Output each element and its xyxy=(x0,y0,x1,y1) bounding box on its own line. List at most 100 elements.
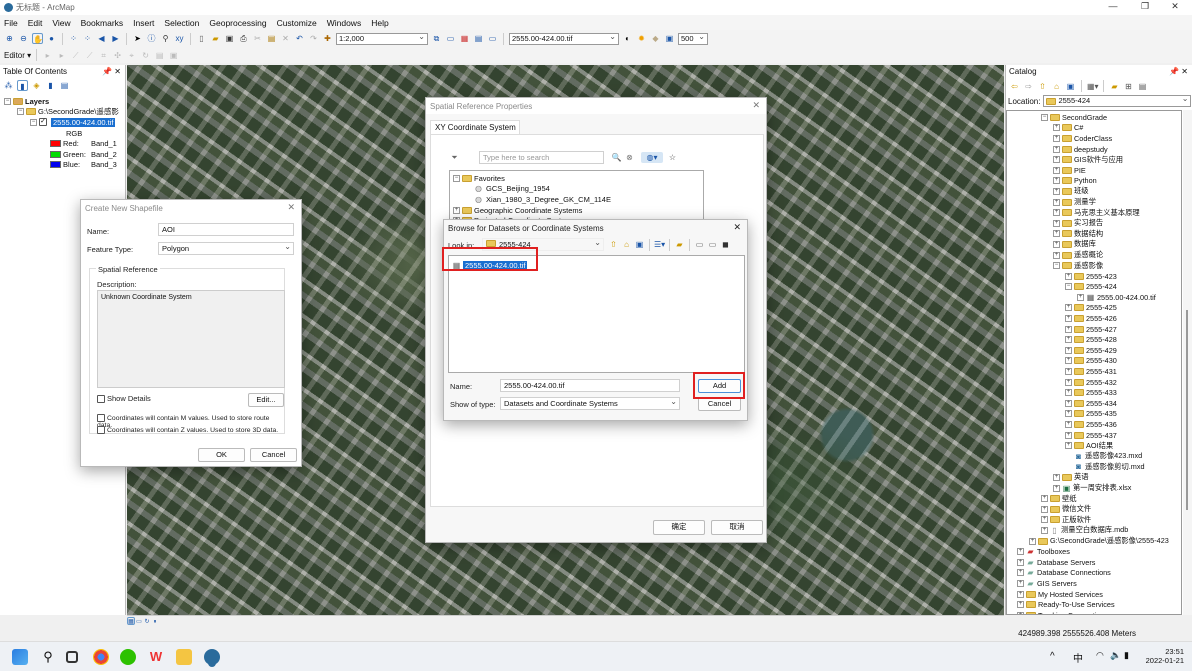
identify-icon[interactable]: ⓘ xyxy=(146,33,157,44)
catalog-item[interactable]: ◙ 遥感影像剪切.mxd xyxy=(1007,462,1181,473)
add-data-icon[interactable]: ✚ xyxy=(322,33,333,44)
pause-icon[interactable]: ⏸ xyxy=(151,618,159,626)
resolution-field[interactable]: 500 xyxy=(678,32,708,45)
expand-icon[interactable]: + xyxy=(1053,134,1060,142)
catalog-item[interactable]: + My Hosted Services xyxy=(1007,589,1181,600)
expand-icon[interactable]: + xyxy=(1053,230,1060,238)
menu-edit[interactable]: Edit xyxy=(28,18,43,28)
expand-icon[interactable]: + xyxy=(1065,421,1072,429)
feature-type-select[interactable]: Polygon xyxy=(158,241,294,255)
new-icon[interactable]: ▯ xyxy=(196,33,207,44)
catalog-item[interactable]: + ▰ Database Servers xyxy=(1007,557,1181,568)
list-by-selection-icon[interactable]: ▮ xyxy=(45,80,56,91)
catalog-item[interactable]: +2555-431 xyxy=(1007,366,1181,377)
catalog-item[interactable]: + PIE xyxy=(1007,165,1181,176)
brightness-icon[interactable]: ✹ xyxy=(636,33,647,44)
catalog-item[interactable]: − SecondGrade xyxy=(1007,112,1181,123)
catalog-item[interactable]: + ▣ 第一周安排表.xlsx xyxy=(1007,483,1181,494)
fixed-zoom-out-icon[interactable]: ⁘ xyxy=(82,33,93,44)
catalog-item[interactable]: + 测量学 xyxy=(1007,197,1181,208)
search-icon[interactable]: 🔍 xyxy=(611,152,622,163)
editor-menu[interactable]: Editor ▾ xyxy=(4,51,31,60)
catalog-item[interactable]: + 班级 xyxy=(1007,186,1181,197)
menu-windows[interactable]: Windows xyxy=(327,18,361,28)
menu-help[interactable]: Help xyxy=(371,18,388,28)
print-icon[interactable]: ⎙ xyxy=(238,33,249,44)
delete-icon[interactable]: ✕ xyxy=(280,33,291,44)
editor-toolbar-icon[interactable]: ⧉ xyxy=(431,33,442,44)
catalog-item[interactable]: + 微信文件 xyxy=(1007,504,1181,515)
cancel-button[interactable]: 取消 xyxy=(711,520,763,535)
search-icon[interactable]: ⚲ xyxy=(40,649,56,665)
cancel-button[interactable]: Cancel xyxy=(698,397,741,411)
catalog-item[interactable]: + 马克思主义基本原理 xyxy=(1007,207,1181,218)
expand-icon[interactable]: + xyxy=(1053,240,1060,248)
goto-xy-icon[interactable]: xy xyxy=(174,33,185,44)
expand-icon[interactable]: + xyxy=(1053,484,1060,492)
catalog-item[interactable]: + ▦ 2555.00-424.00.tif xyxy=(1007,292,1181,303)
name-input[interactable]: 2555.00-424.00.tif xyxy=(500,379,680,392)
home-icon[interactable]: ⌂ xyxy=(1051,81,1062,92)
group-node[interactable]: − G:\SecondGrade\遥感影 xyxy=(4,107,125,118)
expand-icon[interactable]: + xyxy=(1053,209,1060,217)
expand-icon[interactable]: + xyxy=(1053,219,1060,227)
back-icon[interactable]: ◀ xyxy=(96,33,107,44)
zoom-out-icon[interactable]: ⊖ xyxy=(18,33,29,44)
list-by-source-icon[interactable]: ▮ xyxy=(17,79,28,91)
swipe-icon[interactable]: ◆ xyxy=(650,33,661,44)
close-icon[interactable]: ✕ xyxy=(752,100,760,111)
catalog-item[interactable]: + C# xyxy=(1007,123,1181,134)
cancel-button[interactable]: Cancel xyxy=(250,448,297,462)
arcmap-taskbar-icon[interactable] xyxy=(204,649,220,665)
new-folder-icon[interactable]: ▰ xyxy=(674,239,685,250)
expand-icon[interactable]: + xyxy=(1065,389,1072,397)
layout-view-icon[interactable]: ▭ xyxy=(135,618,143,626)
catalog-item[interactable]: +2555-428 xyxy=(1007,334,1181,345)
catalog-item[interactable]: +2555-430 xyxy=(1007,356,1181,367)
expand-icon[interactable]: + xyxy=(1053,166,1060,174)
catalog-icon[interactable]: ▤ xyxy=(473,33,484,44)
collapse-icon[interactable]: − xyxy=(1065,283,1072,291)
contrast-icon[interactable]: ◐ xyxy=(622,33,633,44)
expand-icon[interactable]: + xyxy=(1065,315,1072,323)
tree-toggle-icon[interactable]: ⊞ xyxy=(1123,81,1134,92)
connect-folder-icon[interactable]: ▣ xyxy=(1065,81,1076,92)
clock[interactable]: 23:51 2022-01-21 xyxy=(1146,647,1184,665)
undo-icon[interactable]: ↶ xyxy=(294,33,305,44)
favorites-node[interactable]: − Favorites xyxy=(453,173,700,184)
catalog-item[interactable]: + Tracking Connections xyxy=(1007,610,1181,614)
expand-icon[interactable]: + xyxy=(1077,293,1084,301)
expand-icon[interactable]: + xyxy=(1065,336,1072,344)
catalog-item[interactable]: + Python xyxy=(1007,176,1181,187)
expand-icon[interactable]: + xyxy=(1041,505,1048,513)
catalog-item[interactable]: +2555-433 xyxy=(1007,387,1181,398)
maximize-button[interactable]: ❐ xyxy=(1130,1,1160,12)
catalog-item[interactable]: + 数据库 xyxy=(1007,239,1181,250)
select-icon[interactable]: ➤ xyxy=(132,33,143,44)
chrome-icon[interactable] xyxy=(93,649,109,665)
open-icon[interactable]: ▰ xyxy=(210,33,221,44)
catalog-item[interactable]: +2555-437 xyxy=(1007,430,1181,441)
catalog-item[interactable]: +2555-435 xyxy=(1007,409,1181,420)
favorite-item[interactable]: ◍ GCS_Beijing_1954 xyxy=(453,184,700,195)
catalog-item[interactable]: +2555-427 xyxy=(1007,324,1181,335)
new-folder-icon[interactable]: ▰ xyxy=(1109,81,1120,92)
pan-icon[interactable]: ✋ xyxy=(32,33,43,44)
catalog-item[interactable]: + 壁纸 xyxy=(1007,493,1181,504)
paste-icon[interactable]: ▤ xyxy=(266,33,277,44)
menu-customize[interactable]: Customize xyxy=(277,18,317,28)
catalog-close-icon[interactable]: 📌 ✕ xyxy=(1169,67,1188,76)
globe-dropdown-icon[interactable]: ◍▾ xyxy=(641,152,663,163)
favorite-item[interactable]: ◍ Xian_1980_3_Degree_GK_CM_114E xyxy=(453,194,700,205)
menu-view[interactable]: View xyxy=(52,18,70,28)
menu-bookmarks[interactable]: Bookmarks xyxy=(81,18,124,28)
expand-icon[interactable]: + xyxy=(1053,251,1060,259)
expand-icon[interactable]: + xyxy=(1053,473,1060,481)
views-icon[interactable]: ▦▾ xyxy=(1087,81,1099,92)
list-by-visibility-icon[interactable]: ◈ xyxy=(31,80,42,91)
catalog-scrollbar[interactable] xyxy=(1183,110,1192,615)
raster-layer[interactable]: − ✓ 2555.00-424.00.tif xyxy=(4,117,125,128)
ok-button[interactable]: 确定 xyxy=(653,520,705,535)
catalog-item[interactable]: + AOI结果 xyxy=(1007,440,1181,451)
expand-icon[interactable]: + xyxy=(1053,124,1060,132)
